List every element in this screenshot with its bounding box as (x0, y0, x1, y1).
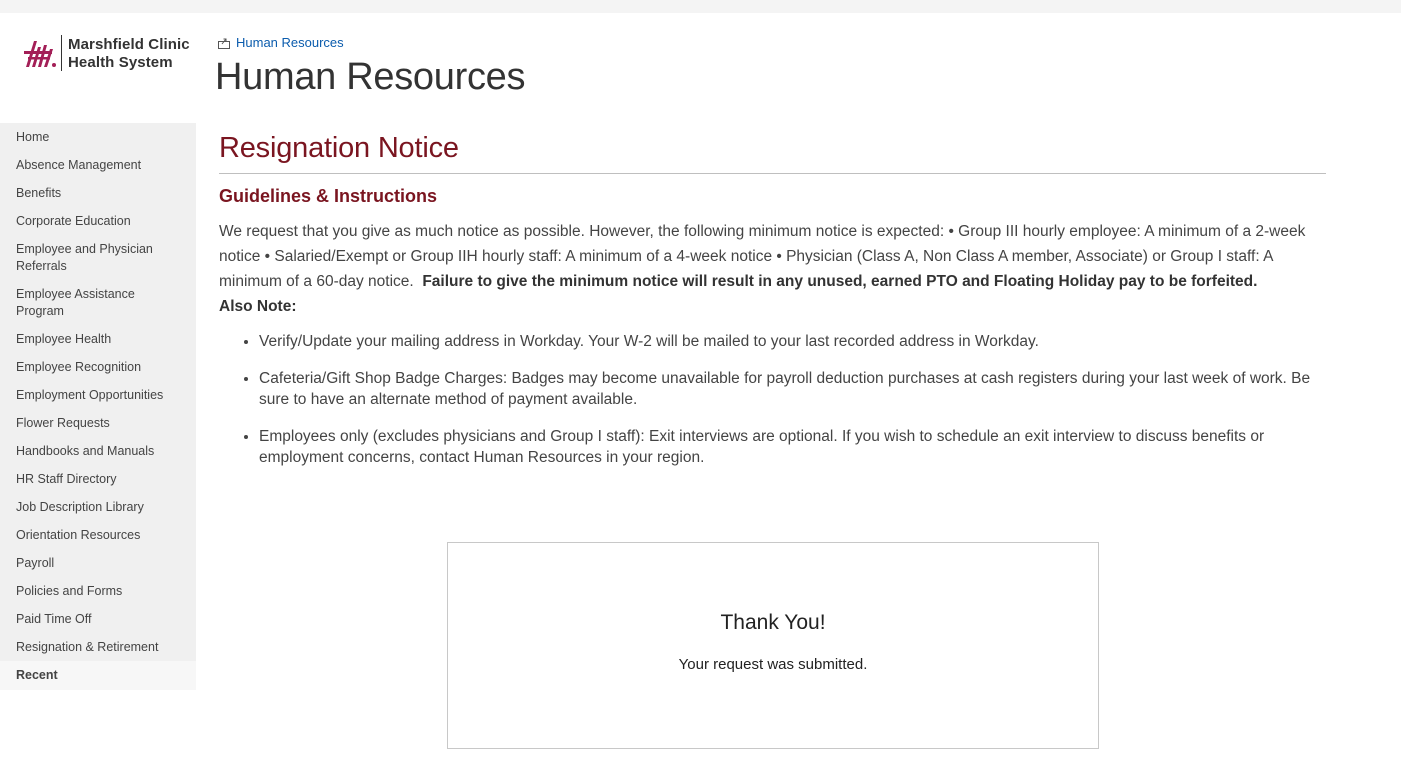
list-item: Cafeteria/Gift Shop Badge Charges: Badge… (259, 368, 1326, 410)
nav-item-flower-requests[interactable]: Flower Requests (0, 409, 196, 437)
brand-logo[interactable]: Marshfield Clinic Health System (22, 34, 197, 74)
nav-item-handbooks-manuals[interactable]: Handbooks and Manuals (0, 437, 196, 465)
brand-name: Marshfield Clinic Health System (68, 36, 190, 72)
nav-item-home[interactable]: Home (0, 123, 196, 151)
confirmation-box: Thank You! Your request was submitted. (447, 542, 1099, 749)
guidelines-heading: Guidelines & Instructions (219, 186, 438, 206)
nav-item-resignation-retirement[interactable]: Resignation & Retirement (0, 633, 196, 661)
nav-item-payroll[interactable]: Payroll (0, 549, 196, 577)
share-icon (218, 38, 230, 49)
confirmation-message: Your request was submitted. (678, 656, 868, 673)
notice-requirements-text: We request that you give as much notice … (219, 219, 1326, 319)
logo-divider (61, 35, 62, 71)
page-heading: Resignation Notice (219, 128, 1326, 174)
notice-warning: Failure to give the minimum notice will … (422, 273, 1258, 290)
nav-item-paid-time-off[interactable]: Paid Time Off (0, 605, 196, 633)
nav-item-recent[interactable]: Recent (0, 661, 196, 690)
breadcrumb-link-human-resources[interactable]: Human Resources (236, 35, 344, 50)
nav-item-employee-assistance-program[interactable]: Employee Assistance Program (0, 280, 196, 325)
list-item: Employees only (excludes physicians and … (259, 426, 1326, 468)
main-content: Resignation Notice Guidelines & Instruct… (219, 128, 1326, 484)
top-bar (0, 0, 1401, 13)
site-title: Human Resources (215, 56, 526, 98)
marshfield-logo-icon (24, 41, 56, 67)
nav-item-orientation-resources[interactable]: Orientation Resources (0, 521, 196, 549)
nav-item-corporate-education[interactable]: Corporate Education (0, 207, 196, 235)
nav-item-employee-physician-referrals[interactable]: Employee and Physician Referrals (0, 235, 196, 280)
nav-item-employee-health[interactable]: Employee Health (0, 325, 196, 353)
nav-item-hr-staff-directory[interactable]: HR Staff Directory (0, 465, 196, 493)
list-item: Verify/Update your mailing address in Wo… (259, 331, 1326, 352)
nav-item-benefits[interactable]: Benefits (0, 179, 196, 207)
notes-list: Verify/Update your mailing address in Wo… (219, 331, 1326, 468)
brand-name-line1: Marshfield Clinic (68, 36, 190, 53)
confirmation-title: Thank You! (720, 611, 826, 634)
breadcrumb: Human Resources (217, 35, 344, 50)
nav-item-policies-forms[interactable]: Policies and Forms (0, 577, 196, 605)
also-note-label: Also Note: (219, 298, 297, 315)
nav-item-job-description-library[interactable]: Job Description Library (0, 493, 196, 521)
nav-item-absence-management[interactable]: Absence Management (0, 151, 196, 179)
nav-item-employment-opportunities[interactable]: Employment Opportunities (0, 381, 196, 409)
brand-name-line2: Health System (68, 54, 173, 71)
nav-item-employee-recognition[interactable]: Employee Recognition (0, 353, 196, 381)
left-navigation: Home Absence Management Benefits Corpora… (0, 123, 196, 690)
